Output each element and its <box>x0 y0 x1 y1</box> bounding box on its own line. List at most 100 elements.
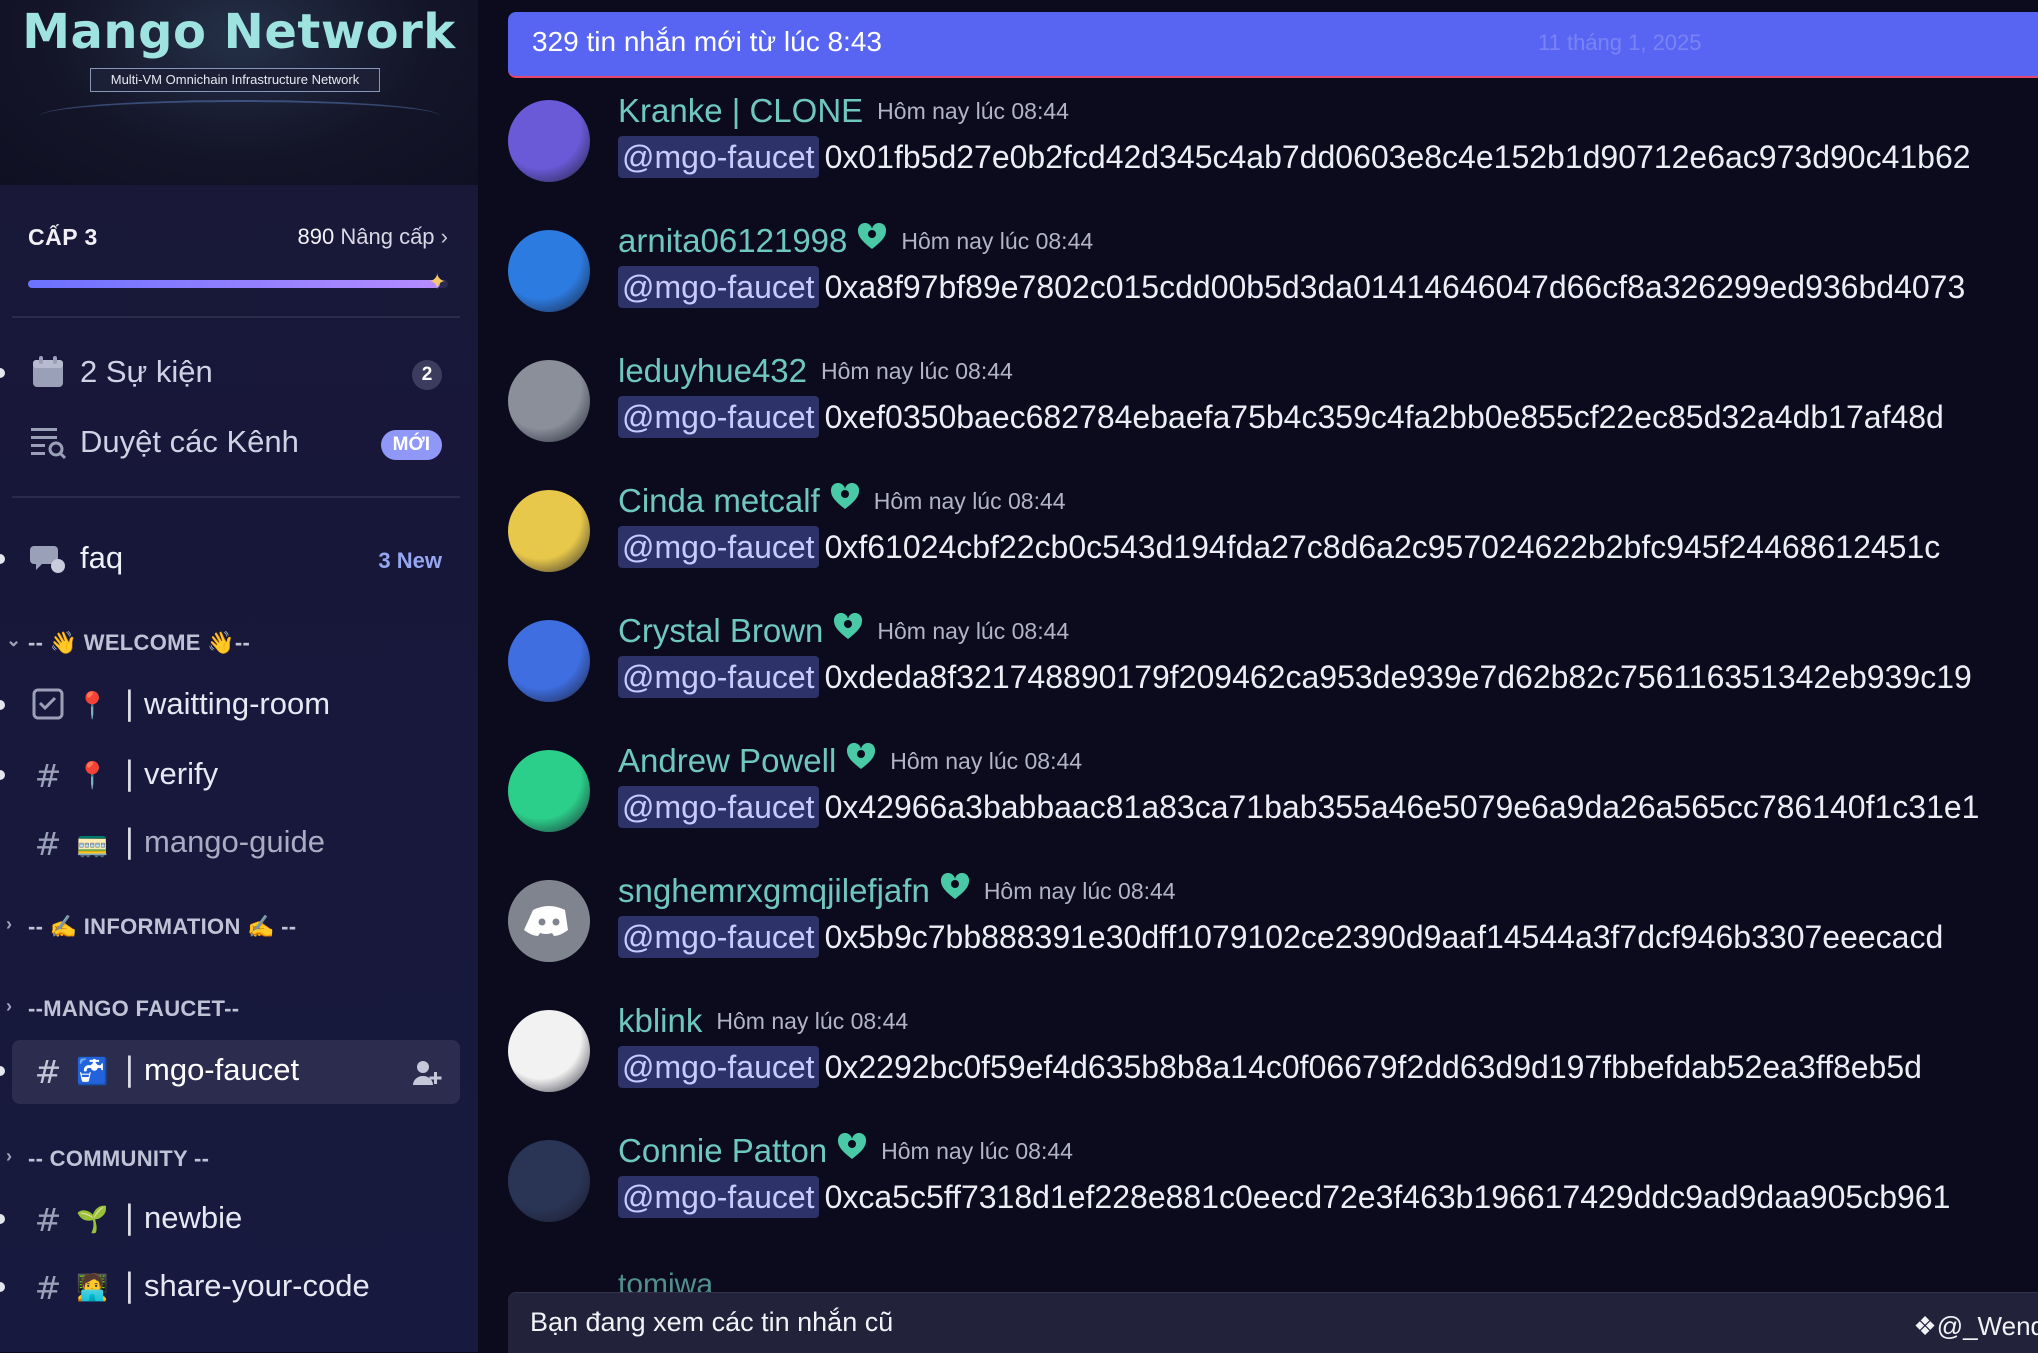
category-community[interactable]: › -- COMMUNITY -- <box>0 1140 478 1180</box>
message-header: kblink Hôm nay lúc 08:44 <box>618 1002 908 1046</box>
message-pane: 329 tin nhắn mới từ lúc 8:43 11 tháng 1,… <box>478 0 2038 1353</box>
avatar[interactable] <box>508 620 590 702</box>
message[interactable]: Andrew Powell Hôm nay lúc 08:44 @mgo-fauce… <box>508 742 2038 880</box>
avatar[interactable] <box>508 1010 590 1092</box>
server-tag-icon[interactable] <box>833 612 863 649</box>
mention[interactable]: @mgo-faucet <box>618 916 819 958</box>
tram-icon: 🚃 <box>76 829 109 859</box>
server-tag-icon[interactable] <box>940 872 970 909</box>
message-body: @mgo-faucet 0xf61024cbf22cb0c543d194fda27… <box>618 526 1940 568</box>
server-tag-icon[interactable] <box>846 742 876 779</box>
message-header: Connie Patton Hôm nay lúc 08:44 <box>618 1132 1073 1176</box>
chevron-right-icon: › <box>6 1146 13 1166</box>
unread-dot <box>0 368 5 378</box>
server-tag-icon[interactable] <box>837 1132 867 1169</box>
timestamp: Hôm nay lúc 08:44 <box>890 747 1083 774</box>
avatar[interactable] <box>508 100 590 182</box>
new-messages-bar[interactable]: 329 tin nhắn mới từ lúc 8:43 11 tháng 1,… <box>508 12 2038 78</box>
server-tag-icon[interactable] <box>830 482 860 519</box>
channel-mango-guide[interactable]: # 🚃 | mango-guide <box>0 814 478 874</box>
message-header: Kranke | CLONE Hôm nay lúc 08:44 <box>618 92 1069 136</box>
mention[interactable]: @mgo-faucet <box>618 1176 819 1218</box>
message-text: 0xa8f97bf89e7802c015cdd00b5d3da014146460… <box>824 269 1966 305</box>
chevron-right-icon: › <box>6 914 13 934</box>
message-text: 0x2292bc0f59ef4d635b8b8a14c0f06679f2dd63… <box>824 1049 1922 1085</box>
forum-icon <box>28 540 68 580</box>
mention[interactable]: @mgo-faucet <box>618 526 819 568</box>
message[interactable]: Cinda metcalf Hôm nay lúc 08:44 @mgo-fauce… <box>508 482 2038 620</box>
mention[interactable]: @mgo-faucet <box>618 136 819 178</box>
username[interactable]: arnita06121998 <box>618 222 847 259</box>
channel-faq[interactable]: faq 3 New <box>0 530 478 590</box>
hashtag-thread-icon: # <box>34 1201 62 1239</box>
username[interactable]: kblink <box>618 1002 702 1039</box>
avatar[interactable] <box>508 230 590 312</box>
message-header: snghemrxgmqjilefjafn Hôm nay lúc 08:44 <box>618 872 1176 916</box>
username[interactable]: Cinda metcalf <box>618 482 820 519</box>
category-welcome[interactable]: ⌄ -- 👋 WELCOME 👋-- <box>0 624 478 664</box>
timestamp: Hôm nay lúc 08:44 <box>873 487 1066 514</box>
channel-mgo-faucet[interactable]: # 🚰 | mgo-faucet <box>0 1040 478 1104</box>
message[interactable]: arnita06121998 Hôm nay lúc 08:44 @mgo-fauc… <box>508 222 2038 360</box>
category-mango-faucet[interactable]: › --MANGO FAUCET-- <box>0 990 478 1030</box>
calendar-icon <box>28 354 68 394</box>
server-banner[interactable]: Mango Network Multi-VM Omnichain Infrast… <box>0 0 478 185</box>
separator: | <box>124 822 135 860</box>
add-member-icon[interactable] <box>412 1058 442 1095</box>
chevron-right-icon: › <box>440 224 448 249</box>
channel-share-your-code[interactable]: # 🧑‍💻 | share-your-code <box>0 1258 478 1318</box>
channel-verify[interactable]: # 📍 | verify <box>0 746 478 806</box>
channel-waitting-room[interactable]: 📍 | waitting-room <box>0 676 478 736</box>
events-count-badge: 2 <box>412 360 442 390</box>
new-messages-label: 329 tin nhắn mới từ lúc 8:43 <box>532 26 882 57</box>
browse-channels-item[interactable]: Duyệt các Kênh MỚI <box>0 414 478 474</box>
username[interactable]: Connie Patton <box>618 1132 827 1169</box>
message-text: 0x01fb5d27e0b2fcd42d345c4ab7dd0603e8c4e1… <box>824 139 1971 175</box>
avatar[interactable] <box>508 880 590 962</box>
avatar[interactable] <box>508 360 590 442</box>
message[interactable]: leduyhue432 Hôm nay lúc 08:44 @mgo-faucet 0… <box>508 352 2038 490</box>
server-level-row[interactable]: CẤP 3 890 Nâng cấp › <box>28 222 448 262</box>
message[interactable]: snghemrxgmqjilefjafn Hôm nay lúc 08:44 @mg… <box>508 872 2038 1010</box>
avatar[interactable] <box>508 1140 590 1222</box>
avatar[interactable] <box>508 750 590 832</box>
hashtag-icon: # <box>34 825 62 863</box>
category-label: --MANGO FAUCET-- <box>28 996 240 1021</box>
seedling-icon: 🌱 <box>76 1205 109 1235</box>
events-item[interactable]: 2 Sự kiện 2 <box>0 344 478 404</box>
username[interactable]: Crystal Brown <box>618 612 823 649</box>
new-messages-date: 11 tháng 1, 2025 <box>1538 30 1702 55</box>
username[interactable]: snghemrxgmqjilefjafn <box>618 872 930 909</box>
username[interactable]: leduyhue432 <box>618 352 807 389</box>
message-body: @mgo-faucet 0xef0350baec682784ebaefa75b4c… <box>618 396 1944 438</box>
channel-label: faq <box>80 540 124 575</box>
mention[interactable]: @mgo-faucet <box>618 266 819 308</box>
message[interactable]: Kranke | CLONE Hôm nay lúc 08:44 @mgo-fauc… <box>508 92 2038 230</box>
message[interactable]: Connie Patton Hôm nay lúc 08:44 @mgo-fauce… <box>508 1132 2038 1270</box>
username[interactable]: Andrew Powell <box>618 742 836 779</box>
category-information[interactable]: › -- ✍️ INFORMATION ✍️ -- <box>0 908 478 948</box>
browse-channels-icon <box>28 424 68 464</box>
avatar[interactable] <box>508 490 590 572</box>
mention[interactable]: @mgo-faucet <box>618 656 819 698</box>
message[interactable]: kblink Hôm nay lúc 08:44 @mgo-faucet 0x2292… <box>508 1002 2038 1140</box>
username[interactable]: Kranke | CLONE <box>618 92 863 129</box>
discord-logo-icon <box>508 880 590 962</box>
mention[interactable]: @mgo-faucet <box>618 396 819 438</box>
channel-label: share-your-code <box>144 1268 370 1303</box>
message-header: Crystal Brown Hôm nay lúc 08:44 <box>618 612 1069 656</box>
message-header: Cinda metcalf Hôm nay lúc 08:44 <box>618 482 1066 526</box>
old-messages-notice[interactable]: Bạn đang xem các tin nhắn cũ ❖@_Wendy <box>508 1292 2038 1353</box>
server-tag-icon[interactable] <box>857 222 887 259</box>
message-body: @mgo-faucet 0x2292bc0f59ef4d635b8b8a14c0f… <box>618 1046 1922 1088</box>
message-body: @mgo-faucet 0x42966a3babbaac81a83ca71bab3… <box>618 786 1979 828</box>
message[interactable]: Crystal Brown Hôm nay lúc 08:44 @mgo-fauce… <box>508 612 2038 750</box>
hashtag-icon: # <box>34 757 62 795</box>
timestamp: Hôm nay lúc 08:44 <box>821 357 1013 384</box>
mention[interactable]: @mgo-faucet <box>618 786 819 828</box>
mention[interactable]: @mgo-faucet <box>618 1046 819 1088</box>
channel-newbie[interactable]: # 🌱 | newbie <box>0 1190 478 1250</box>
level-points: 890 <box>297 224 335 249</box>
unread-dot <box>0 1214 5 1224</box>
upgrade-link[interactable]: 890 Nâng cấp › <box>298 224 448 250</box>
